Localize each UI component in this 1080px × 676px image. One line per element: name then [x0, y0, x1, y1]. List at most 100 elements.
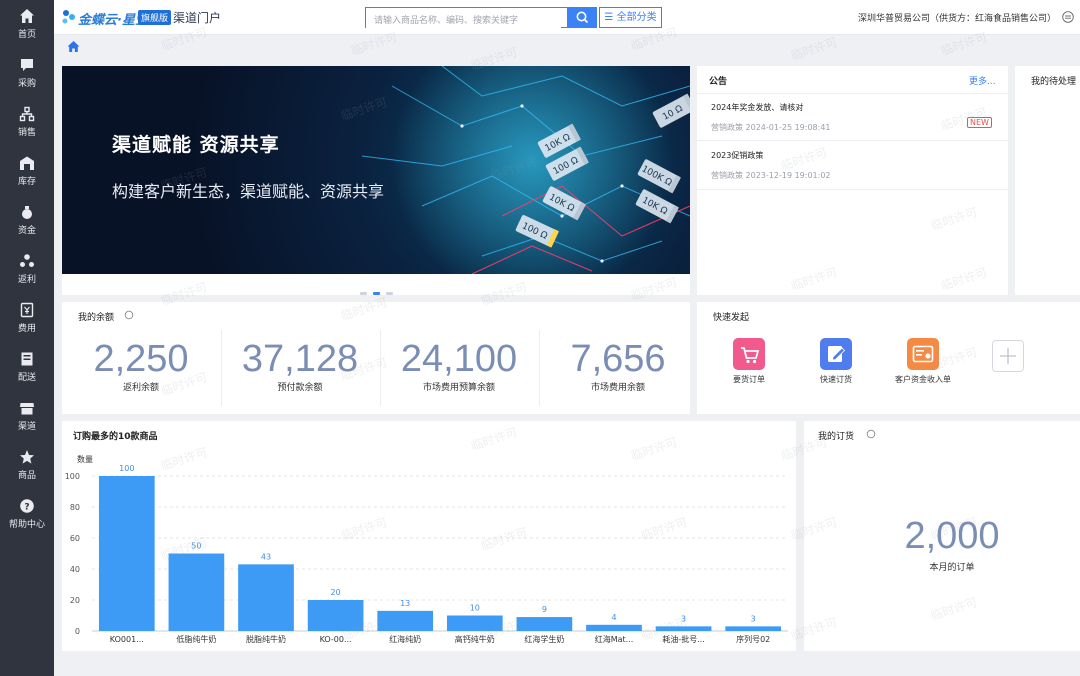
orders-title: 我的订货	[818, 432, 855, 442]
carousel-dot[interactable]	[372, 292, 380, 295]
sidebar-item-label: 采购	[17, 79, 36, 89]
bar-value-label: 3	[751, 614, 756, 623]
people-icon	[20, 254, 34, 267]
balance-value: 24,100	[400, 338, 518, 380]
search-icon	[576, 11, 589, 24]
notice-item[interactable]: 2024年奖金发放、请核对 营销政策 2024-01-25 19:08:41 NEW	[697, 93, 1008, 141]
notice-more-link[interactable]: 更多...	[969, 74, 996, 87]
sidebar-item-2[interactable]: 采购	[0, 49, 54, 97]
notice-item[interactable]: 2023促销政策营销政策 2023-12-19 19:01:02	[697, 142, 1008, 190]
home-icon	[20, 9, 34, 23]
search-box	[365, 7, 568, 31]
watermark-text: 临时许可	[789, 34, 840, 64]
new-badge: NEW	[967, 117, 992, 128]
sidebar-item-label: 库存	[17, 177, 36, 187]
y-tick-label: 0	[75, 627, 80, 636]
y-tick-label: 60	[70, 534, 80, 543]
sidebar-item-7[interactable]: 费用	[0, 294, 54, 342]
chat-icon	[21, 59, 33, 71]
y-axis-label: 数量	[77, 454, 93, 464]
breadcrumb-home-icon[interactable]	[67, 40, 80, 53]
sidebar-item-10[interactable]: 商品	[0, 441, 54, 489]
notice-title: 公告	[709, 77, 728, 87]
quick-item[interactable]: 客户资金收入单	[888, 338, 958, 385]
pending-title: 我的待处理	[1031, 77, 1077, 87]
bar-value-label: 4	[611, 613, 616, 622]
bar-value-label: 50	[191, 542, 201, 551]
sidebar-item-4[interactable]: 库存	[0, 147, 54, 195]
sidebar-item-9[interactable]: 渠道	[0, 392, 54, 440]
bar[interactable]	[168, 553, 225, 632]
balance-item: 24,100 市场费用预算余额	[380, 326, 538, 408]
balance-label: 返利余额	[122, 383, 159, 393]
sidebar-item-label: 渠道	[17, 422, 36, 432]
bar[interactable]	[655, 626, 712, 631]
switch-icon[interactable]	[1062, 11, 1074, 23]
balance-value: 37,128	[241, 338, 359, 380]
portal-name: 渠道门户	[173, 11, 222, 25]
all-categories-button[interactable]: ☰ 全部分类	[599, 7, 662, 28]
sidebar-item-1[interactable]: 首页	[0, 0, 54, 48]
sidebar: 首页采购销售库存资金 返利费用配送渠道商品? 帮助中心	[0, 0, 54, 676]
carousel-dots	[62, 280, 690, 295]
balance-value: 7,656	[570, 338, 666, 380]
edition-badge: 旗舰版	[138, 10, 172, 25]
sidebar-item-6[interactable]: 返利	[0, 245, 54, 293]
x-tick-label: 高钙纯牛奶	[455, 634, 495, 644]
sidebar-item-label: 费用	[17, 324, 36, 334]
quick-item[interactable]: 要货订单	[714, 338, 784, 385]
x-tick-label: KO001...	[110, 635, 144, 644]
bar[interactable]	[307, 600, 364, 631]
sidebar-item-3[interactable]: 销售	[0, 98, 54, 146]
bar[interactable]	[446, 615, 503, 632]
quick-item[interactable]: 快速订货	[801, 338, 871, 385]
circuit-graphic: 10K Ω100 Ω10K Ω100K Ω100 Ω10K Ω10 Ω	[361, 66, 690, 274]
carousel-dot[interactable]	[385, 292, 393, 295]
edit-icon	[828, 346, 846, 362]
x-tick-label: 序列号02	[736, 634, 770, 644]
refresh-icon[interactable]	[866, 429, 876, 439]
help-icon: ?	[20, 499, 34, 513]
sidebar-item-label: 配送	[17, 373, 36, 383]
x-tick-label: 耗油-批号...	[662, 634, 705, 644]
carousel-dot[interactable]	[359, 292, 367, 295]
balance-card: 我的余额 2,250 返利余额 37,128 预付款余额 24,100 市场费用预算余额 7…	[62, 302, 690, 414]
balance-item: 37,128 预付款余额	[221, 326, 379, 408]
bar[interactable]	[586, 624, 642, 631]
notice-item-meta: 营销政策 2023-12-19 19:01:02	[711, 171, 831, 180]
bar-value-label: 43	[261, 552, 271, 561]
sidebar-item-8[interactable]: 配送	[0, 343, 54, 391]
x-tick-label: 红海学生奶	[524, 634, 564, 644]
add-shortcut-button[interactable]	[992, 340, 1024, 372]
banner-title: 渠道赋能 资源共享	[112, 134, 280, 156]
sidebar-item-11[interactable]: ? 帮助中心	[0, 490, 54, 538]
bar[interactable]	[516, 617, 573, 631]
quick-label: 要货订单	[733, 375, 765, 384]
top10-products-card: 订购最多的10款商品 数量 0 20 40 60 80 100 100 KO001... 50 低脂…	[62, 421, 796, 651]
notice-item-meta: 营销政策 2024-01-25 19:08:41	[711, 123, 831, 132]
notice-item-title: 2023促销政策	[711, 151, 764, 160]
balance-value: 2,250	[93, 338, 189, 380]
banner-image: 10K Ω 100 Ω 10K Ω 100K Ω 100 Ω 10K Ω 10 Ω	[62, 66, 690, 274]
expense-icon	[20, 302, 34, 318]
refresh-icon[interactable]	[124, 310, 134, 320]
network-icon	[19, 106, 35, 122]
x-tick-label: 红海Mat...	[595, 634, 634, 644]
warehouse-icon	[20, 156, 34, 170]
quick-start-title: 快速发起	[713, 313, 750, 323]
my-orders-card: 我的订货 2,000 本月的订单	[804, 421, 1080, 651]
delivery-icon	[21, 352, 33, 366]
balance-divider	[539, 330, 540, 406]
bar[interactable]	[238, 564, 294, 631]
monthly-orders-value: 2,000	[904, 515, 1000, 557]
bar[interactable]	[725, 626, 782, 631]
search-button[interactable]	[568, 7, 597, 28]
bar[interactable]	[377, 610, 434, 631]
x-tick-label: 红海纯奶	[389, 634, 421, 644]
bar[interactable]	[98, 476, 155, 631]
monthly-orders-label: 本月的订单	[929, 563, 975, 573]
banner-carousel[interactable]: 10K Ω 100 Ω 10K Ω 100K Ω 100 Ω 10K Ω 10 Ω 渠道赋能…	[62, 66, 690, 295]
search-input[interactable]	[366, 11, 561, 31]
sidebar-item-5[interactable]: 资金	[0, 196, 54, 244]
y-tick-label: 40	[70, 565, 80, 574]
